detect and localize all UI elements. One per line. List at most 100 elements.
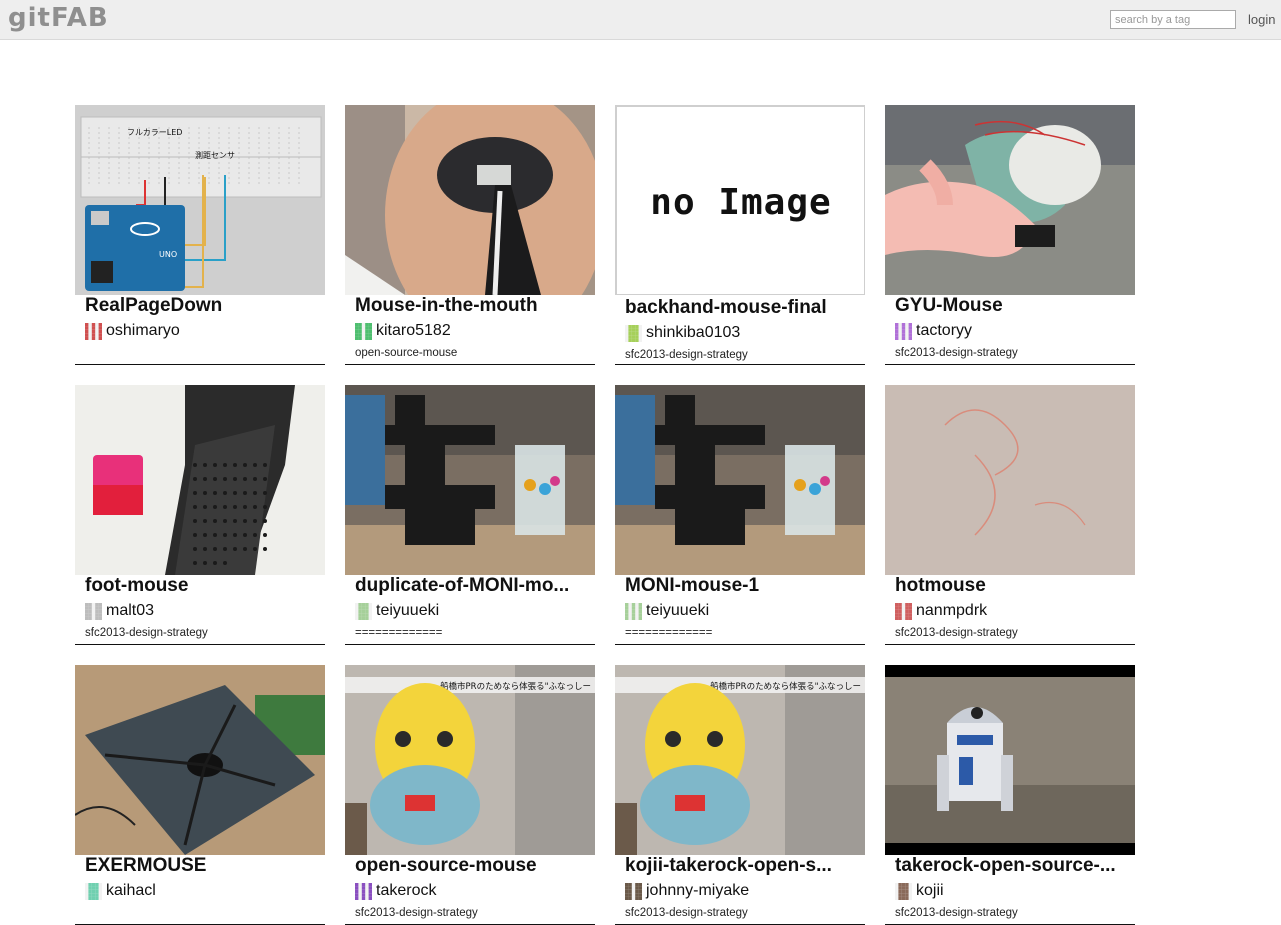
user-avatar[interactable]: [895, 602, 912, 620]
project-card[interactable]: foot-mouse malt03 sfc2013-design-strategy: [75, 385, 325, 645]
svg-text:測距センサ: 測距センサ: [195, 150, 235, 160]
svg-text:UNO: UNO: [159, 250, 177, 259]
project-thumbnail[interactable]: [75, 665, 325, 855]
project-title[interactable]: EXERMOUSE: [85, 855, 317, 877]
project-thumbnail[interactable]: no Image: [615, 105, 865, 295]
project-tag[interactable]: sfc2013-design-strategy: [625, 907, 748, 919]
project-title[interactable]: backhand-mouse-final: [625, 297, 857, 319]
blocks-photo: [345, 385, 595, 575]
project-owner[interactable]: oshimaryo: [85, 322, 180, 340]
top-bar: gitFAB login: [0, 0, 1281, 40]
project-tag[interactable]: =============: [625, 627, 712, 639]
project-owner[interactable]: takerock: [355, 882, 436, 900]
user-avatar[interactable]: [355, 602, 372, 620]
project-title[interactable]: RealPageDown: [85, 295, 317, 317]
owner-name[interactable]: teiyuueki: [376, 602, 439, 620]
project-card[interactable]: 船橋市PRのためなら体張る"ふなっしー kojii-takerock-open-…: [615, 665, 865, 925]
project-title[interactable]: kojii-takerock-open-s...: [625, 855, 857, 877]
project-title[interactable]: foot-mouse: [85, 575, 317, 597]
project-title[interactable]: Mouse-in-the-mouth: [355, 295, 587, 317]
project-thumbnail[interactable]: [885, 665, 1135, 855]
user-avatar[interactable]: [355, 322, 372, 340]
project-owner[interactable]: kojii: [895, 882, 944, 900]
project-owner[interactable]: tactoryy: [895, 322, 972, 340]
project-card[interactable]: EXERMOUSE kaihacl: [75, 665, 325, 925]
project-card[interactable]: duplicate-of-MONI-mo... teiyuueki ========…: [345, 385, 595, 645]
user-avatar[interactable]: [625, 602, 642, 620]
project-thumbnail[interactable]: フルカラーLED 測距センサ UNO: [75, 105, 325, 295]
project-card[interactable]: GYU-Mouse tactoryy sfc2013-design-strategy: [885, 105, 1135, 365]
project-title[interactable]: takerock-open-source-...: [895, 855, 1127, 877]
project-tag[interactable]: sfc2013-design-strategy: [895, 347, 1018, 359]
project-thumbnail[interactable]: [615, 385, 865, 575]
project-thumbnail[interactable]: [885, 105, 1135, 295]
user-avatar[interactable]: [85, 882, 102, 900]
svg-text:no Image: no Image: [650, 182, 831, 223]
no-image-placeholder: no Image: [615, 105, 865, 295]
project-owner[interactable]: teiyuueki: [625, 602, 709, 620]
robot-photo: [885, 665, 1135, 855]
owner-name[interactable]: takerock: [376, 882, 436, 900]
blocks-photo: [615, 385, 865, 575]
project-title[interactable]: duplicate-of-MONI-mo...: [355, 575, 587, 597]
owner-name[interactable]: tactoryy: [916, 322, 972, 340]
workbench-photo: [75, 665, 325, 855]
login-link[interactable]: login: [1248, 12, 1275, 27]
user-avatar[interactable]: [625, 882, 642, 900]
user-avatar[interactable]: [895, 882, 912, 900]
project-tag[interactable]: sfc2013-design-strategy: [625, 349, 748, 361]
project-title[interactable]: open-source-mouse: [355, 855, 587, 877]
owner-name[interactable]: kaihacl: [106, 882, 156, 900]
mascot-photo: 船橋市PRのためなら体張る"ふなっしー: [345, 665, 595, 855]
project-title[interactable]: hotmouse: [895, 575, 1127, 597]
project-thumbnail[interactable]: [345, 105, 595, 295]
project-title[interactable]: GYU-Mouse: [895, 295, 1127, 317]
project-thumbnail[interactable]: [345, 385, 595, 575]
project-title[interactable]: MONI-mouse-1: [625, 575, 857, 597]
project-card[interactable]: hotmouse nanmpdrk sfc2013-design-strategy: [885, 385, 1135, 645]
owner-name[interactable]: oshimaryo: [106, 322, 180, 340]
user-avatar[interactable]: [85, 602, 102, 620]
owner-name[interactable]: kitaro5182: [376, 322, 451, 340]
svg-text:船橋市PRのためなら体張る"ふなっしー: 船橋市PRのためなら体張る"ふなっしー: [440, 681, 591, 692]
user-avatar[interactable]: [355, 882, 372, 900]
owner-name[interactable]: malt03: [106, 602, 154, 620]
project-tag[interactable]: sfc2013-design-strategy: [895, 627, 1018, 639]
project-thumbnail[interactable]: [75, 385, 325, 575]
project-card[interactable]: Mouse-in-the-mouth kitaro5182 open-source-…: [345, 105, 595, 365]
project-card[interactable]: MONI-mouse-1 teiyuueki =============: [615, 385, 865, 645]
project-tag[interactable]: =============: [355, 627, 442, 639]
owner-name[interactable]: teiyuueki: [646, 602, 709, 620]
project-thumbnail[interactable]: [885, 385, 1135, 575]
project-thumbnail[interactable]: 船橋市PRのためなら体張る"ふなっしー: [345, 665, 595, 855]
project-tag[interactable]: sfc2013-design-strategy: [895, 907, 1018, 919]
project-owner[interactable]: shinkiba0103: [625, 324, 740, 342]
gitfab-logo[interactable]: gitFAB: [8, 2, 109, 34]
project-card[interactable]: no Image backhand-mouse-final shinkiba010…: [615, 105, 865, 365]
project-tag[interactable]: sfc2013-design-strategy: [85, 627, 208, 639]
user-avatar[interactable]: [85, 322, 102, 340]
svg-text:フルカラーLED: フルカラーLED: [127, 128, 182, 137]
project-card[interactable]: takerock-open-source-... kojii sfc2013-des…: [885, 665, 1135, 925]
owner-name[interactable]: kojii: [916, 882, 944, 900]
project-card[interactable]: 船橋市PRのためなら体張る"ふなっしー open-source-mouse tak…: [345, 665, 595, 925]
tag-search-input[interactable]: [1110, 10, 1236, 29]
owner-name[interactable]: shinkiba0103: [646, 324, 740, 342]
owner-name[interactable]: johnny-miyake: [646, 882, 749, 900]
project-owner[interactable]: kaihacl: [85, 882, 156, 900]
project-tag[interactable]: sfc2013-design-strategy: [355, 907, 478, 919]
project-owner[interactable]: teiyuueki: [355, 602, 439, 620]
breadboard-image: フルカラーLED 測距センサ UNO: [75, 105, 325, 295]
project-owner[interactable]: nanmpdrk: [895, 602, 987, 620]
fabric-photo: [885, 385, 1135, 575]
project-owner[interactable]: kitaro5182: [355, 322, 451, 340]
project-tag[interactable]: open-source-mouse: [355, 347, 457, 359]
svg-text:船橋市PRのためなら体張る"ふなっしー: 船橋市PRのためなら体張る"ふなっしー: [710, 681, 861, 692]
user-avatar[interactable]: [625, 324, 642, 342]
project-thumbnail[interactable]: 船橋市PRのためなら体張る"ふなっしー: [615, 665, 865, 855]
user-avatar[interactable]: [895, 322, 912, 340]
owner-name[interactable]: nanmpdrk: [916, 602, 987, 620]
project-owner[interactable]: johnny-miyake: [625, 882, 749, 900]
project-owner[interactable]: malt03: [85, 602, 154, 620]
project-card[interactable]: フルカラーLED 測距センサ UNO RealPageDown oshimaryo: [75, 105, 325, 365]
